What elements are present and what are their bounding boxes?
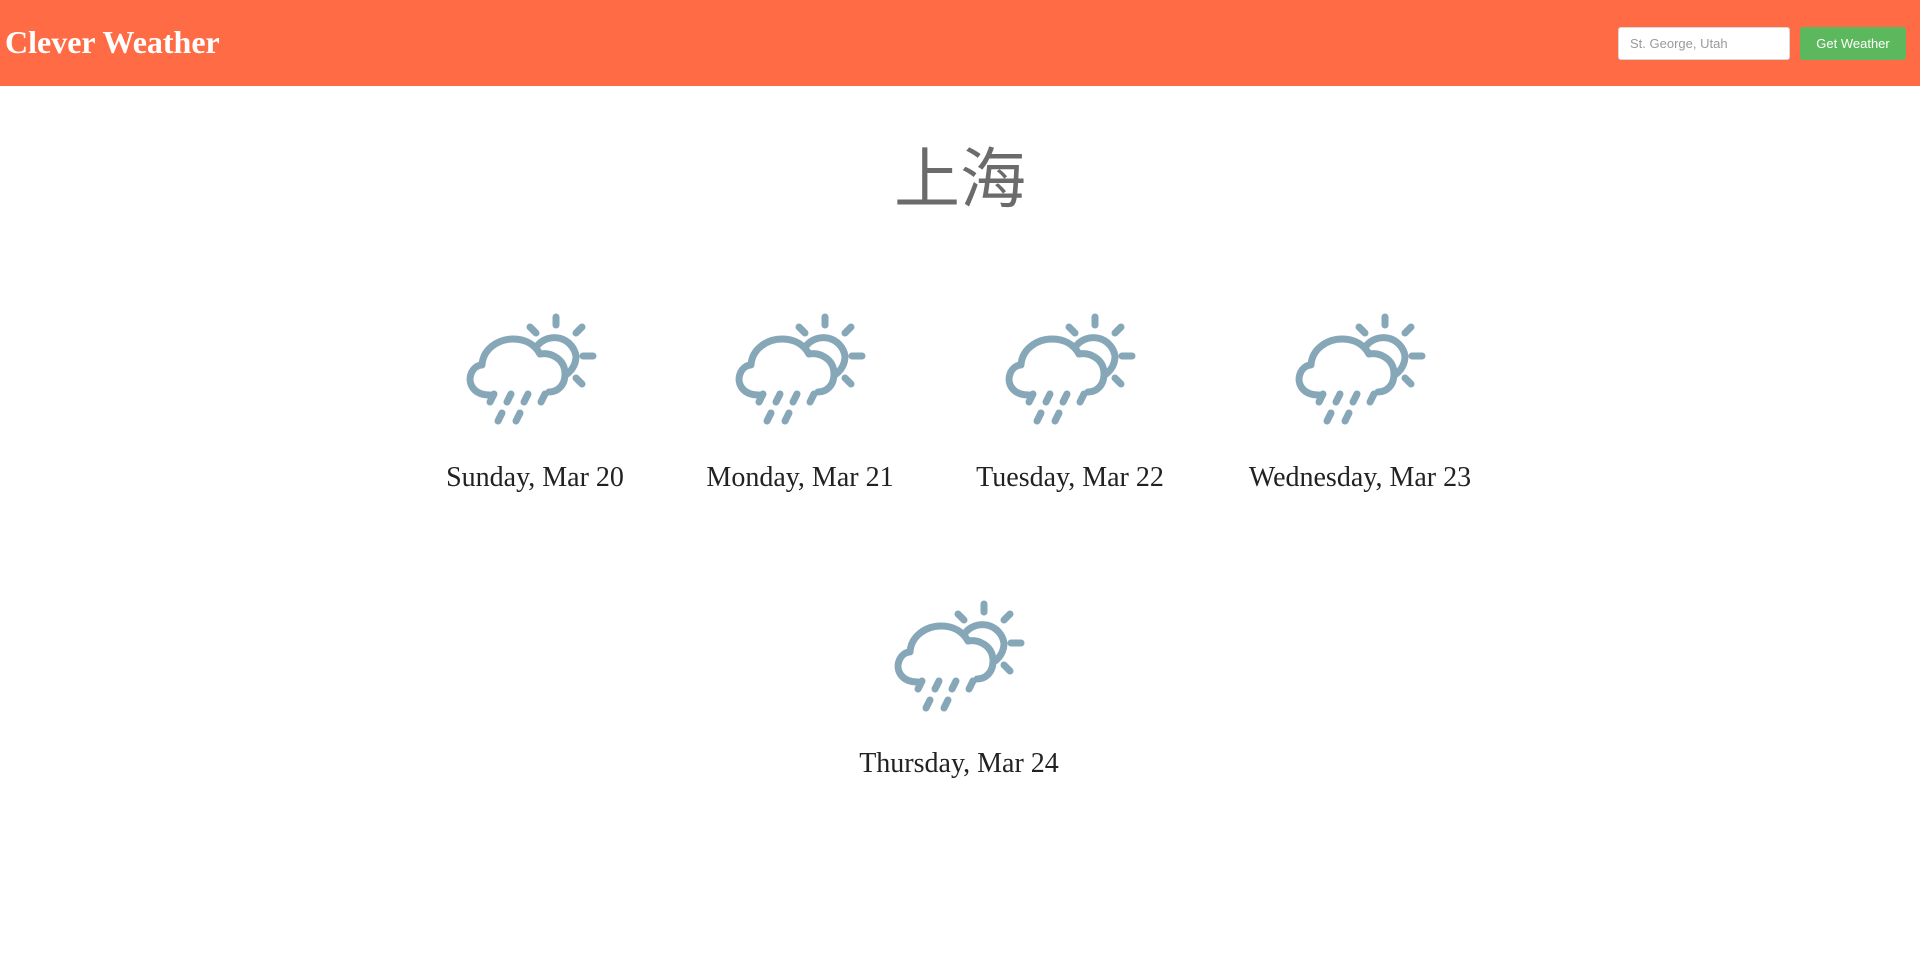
forecast-day-label: Tuesday, Mar 22 xyxy=(976,462,1164,493)
brand-title[interactable]: Clever Weather xyxy=(5,20,220,64)
location-search-input[interactable] xyxy=(1618,26,1790,60)
search-form: Get Weather xyxy=(1618,26,1906,60)
cloud-sun-rain-icon xyxy=(992,312,1152,432)
forecast-day: Monday, Mar 21 xyxy=(660,312,940,502)
forecast-day-label: Thursday, Mar 24 xyxy=(859,748,1059,779)
city-title: 上海 xyxy=(894,141,1026,218)
forecast-day: Wednesday, Mar 23 xyxy=(1220,312,1500,502)
forecast-day: Tuesday, Mar 22 xyxy=(930,312,1210,502)
forecast-day-label: Sunday, Mar 20 xyxy=(446,462,624,493)
forecast-day: Thursday, Mar 24 xyxy=(819,599,1099,789)
cloud-sun-rain-icon xyxy=(722,312,882,432)
navbar: Clever Weather Get Weather xyxy=(0,0,1920,86)
cloud-sun-rain-icon xyxy=(881,599,1041,719)
get-weather-button[interactable]: Get Weather xyxy=(1800,26,1906,60)
forecast-day: Sunday, Mar 20 xyxy=(395,312,675,502)
forecast-day-label: Wednesday, Mar 23 xyxy=(1248,462,1472,493)
cloud-sun-rain-icon xyxy=(453,312,613,432)
forecast-day-label: Monday, Mar 21 xyxy=(706,462,894,493)
cloud-sun-rain-icon xyxy=(1282,312,1442,432)
